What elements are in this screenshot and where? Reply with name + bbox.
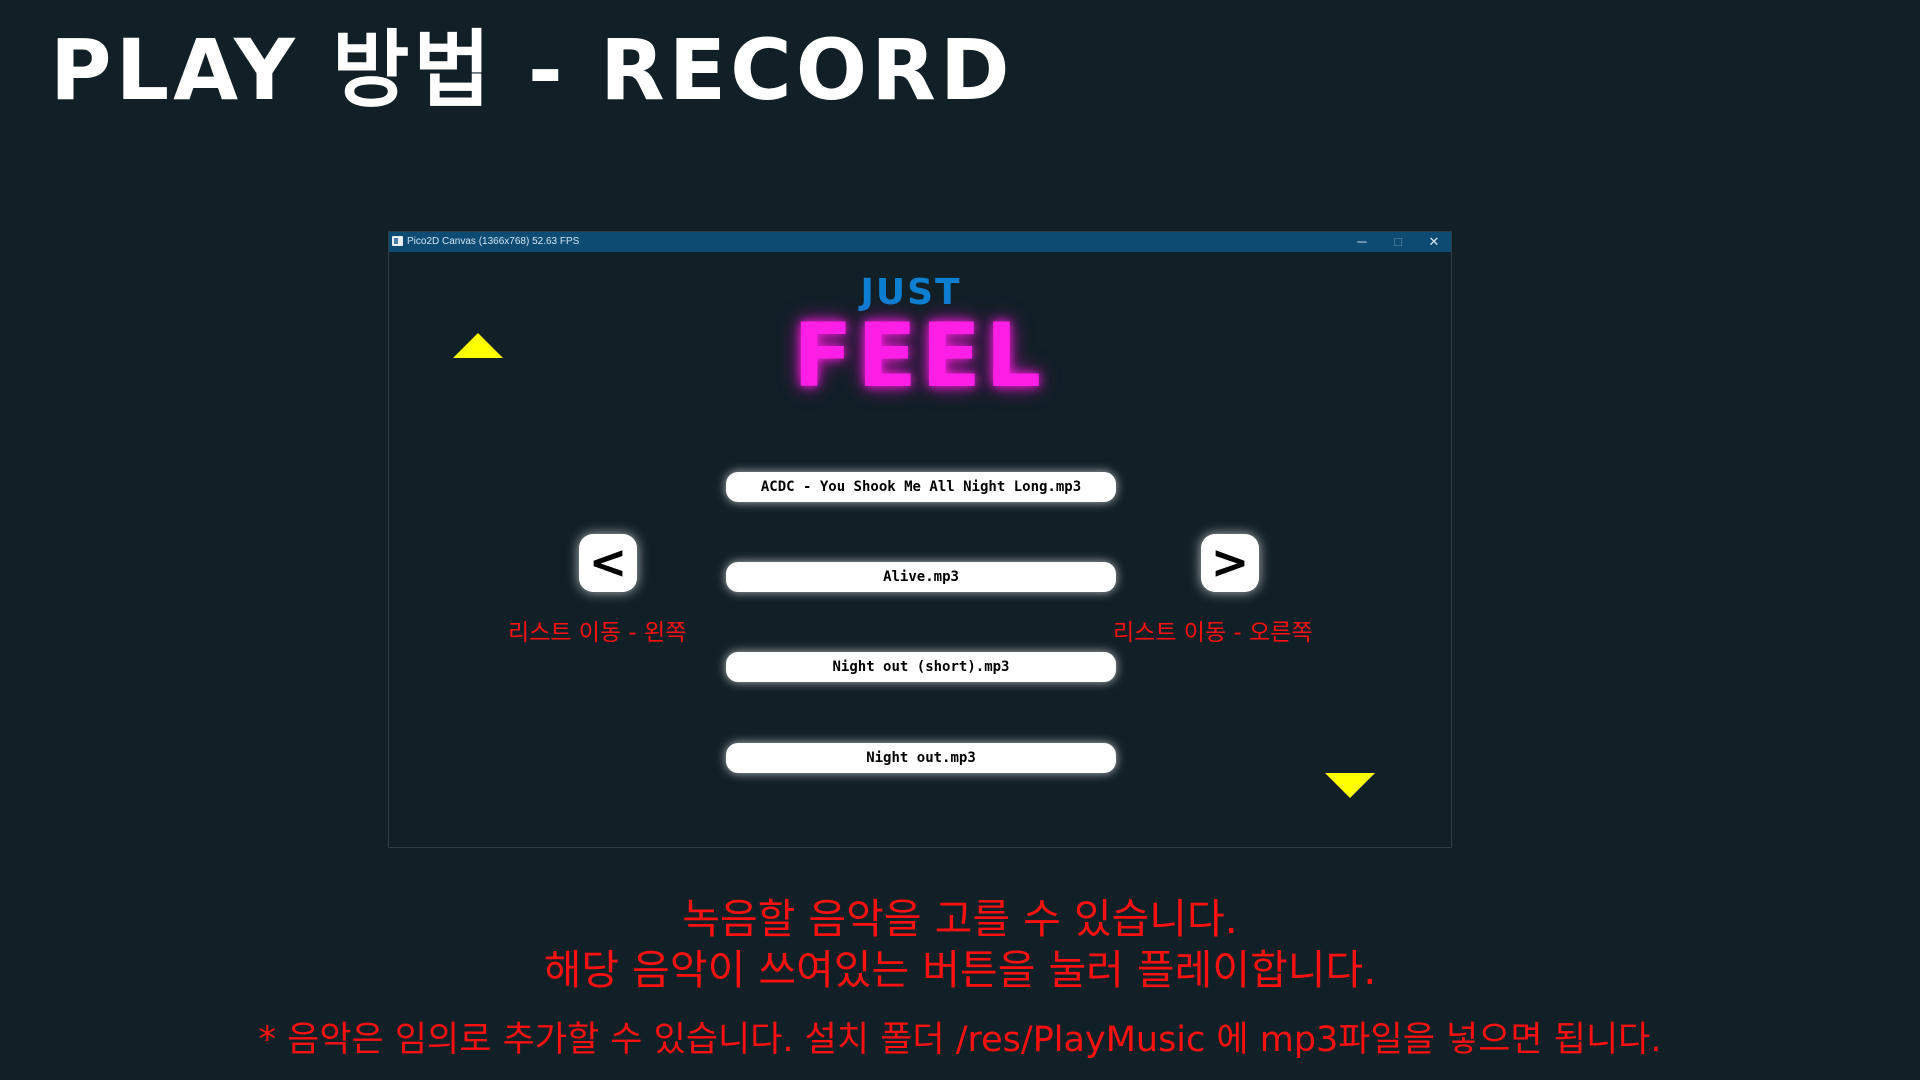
next-caption: 리스트 이동 - 오른쪽 [1113, 620, 1313, 646]
description-note: * 음악은 임의로 추가할 수 있습니다. 설치 폴더 /res/PlayMus… [258, 1020, 1662, 1060]
maximize-button[interactable]: □ [1380, 232, 1416, 252]
song-button-1[interactable]: ACDC - You Shook Me All Night Long.mp3 [726, 472, 1116, 502]
song-button-2[interactable]: Alive.mp3 [726, 562, 1116, 592]
triangle-down-icon[interactable] [1325, 773, 1375, 798]
list-next-button[interactable]: > [1201, 534, 1259, 592]
app-icon [392, 236, 403, 246]
song-button-4[interactable]: Night out.mp3 [726, 743, 1116, 773]
prev-caption: 리스트 이동 - 왼쪽 [508, 620, 687, 646]
close-button[interactable]: ✕ [1416, 232, 1452, 252]
list-prev-button[interactable]: < [579, 534, 637, 592]
slide-title: PLAY 방법 - RECORD [50, 21, 1014, 119]
minimize-button[interactable]: ─ [1344, 232, 1380, 252]
song-button-3[interactable]: Night out (short).mp3 [726, 652, 1116, 682]
logo-feel: FEEL [792, 304, 1046, 407]
description-line-2: 해당 음악이 쓰여있는 버튼을 눌러 플레이합니다. [543, 946, 1377, 994]
window-title: Pico2D Canvas (1366x768) 52.63 FPS [407, 236, 580, 247]
window-titlebar[interactable]: Pico2D Canvas (1366x768) 52.63 FPS ─ □ ✕ [389, 232, 1451, 252]
triangle-up-icon[interactable] [453, 333, 503, 358]
game-window: Pico2D Canvas (1366x768) 52.63 FPS ─ □ ✕… [388, 231, 1452, 848]
